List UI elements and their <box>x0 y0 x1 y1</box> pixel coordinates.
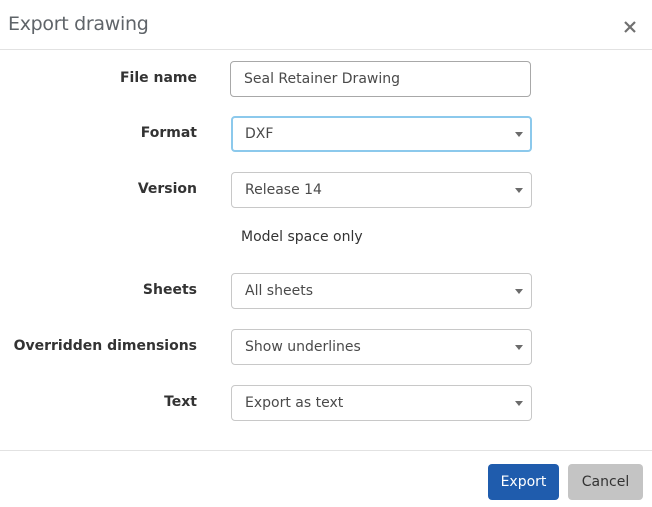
sheets-row: Sheets All sheets <box>0 273 652 311</box>
close-icon <box>622 19 638 35</box>
format-row: Format DXF <box>0 116 652 154</box>
file-name-value: Seal Retainer Drawing <box>244 71 400 87</box>
overridden-dimensions-row: Overridden dimensions Show underlines <box>0 329 652 367</box>
close-button[interactable] <box>622 19 638 35</box>
text-label: Text <box>164 394 197 410</box>
format-value: DXF <box>245 126 274 142</box>
chevron-down-icon <box>515 345 523 350</box>
text-select[interactable]: Export as text <box>231 385 532 421</box>
cancel-button[interactable]: Cancel <box>568 464 643 500</box>
model-space-note: Model space only <box>241 229 363 245</box>
format-label: Format <box>140 125 197 141</box>
chevron-down-icon <box>515 289 523 294</box>
version-select[interactable]: Release 14 <box>231 172 532 208</box>
overridden-dimensions-select[interactable]: Show underlines <box>231 329 532 365</box>
format-select[interactable]: DXF <box>231 116 532 152</box>
version-label: Version <box>137 181 197 197</box>
export-button[interactable]: Export <box>488 464 559 500</box>
sheets-select[interactable]: All sheets <box>231 273 532 309</box>
dialog-title: Export drawing <box>8 13 149 35</box>
overridden-dimensions-label: Overridden dimensions <box>13 338 197 354</box>
chevron-down-icon <box>515 132 523 137</box>
sheets-value: All sheets <box>245 283 313 299</box>
sheets-label: Sheets <box>142 282 197 298</box>
file-name-label: File name <box>119 70 197 86</box>
version-row: Version Release 14 <box>0 172 652 210</box>
chevron-down-icon <box>515 401 523 406</box>
chevron-down-icon <box>515 188 523 193</box>
file-name-row: File name Seal Retainer Drawing <box>0 61 652 99</box>
text-value: Export as text <box>245 395 344 411</box>
dialog-header: Export drawing <box>0 0 652 50</box>
dialog-footer: Export Cancel <box>0 450 652 507</box>
overridden-dimensions-value: Show underlines <box>245 339 361 355</box>
version-value: Release 14 <box>245 182 322 198</box>
export-drawing-dialog: Export drawing File name Seal Retainer D… <box>0 0 652 507</box>
file-name-input[interactable]: Seal Retainer Drawing <box>230 61 531 97</box>
text-row: Text Export as text <box>0 385 652 423</box>
